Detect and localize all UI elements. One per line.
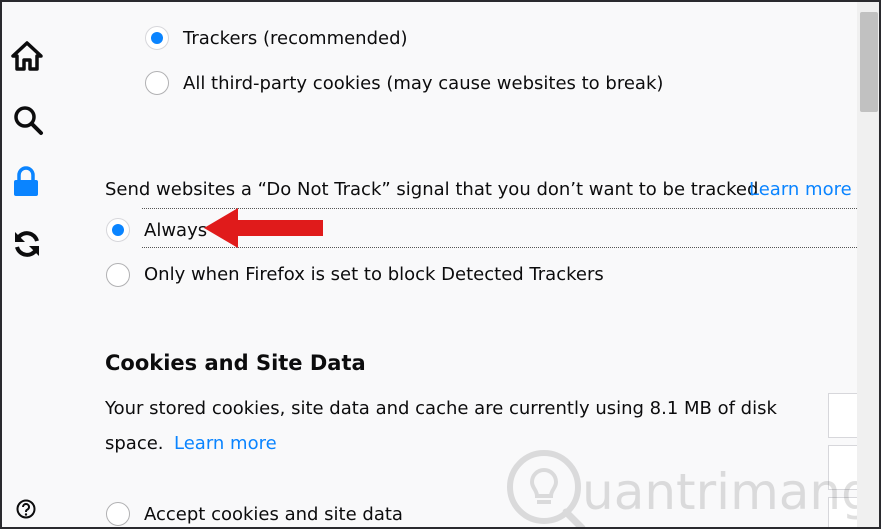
dnt-only-when-label: Only when Firefox is set to block Detect… <box>144 264 604 285</box>
dnt-always-radio[interactable] <box>106 218 130 242</box>
browser-preferences-window: Trackers (recommended) All third-party c… <box>0 0 881 529</box>
third-party-cookies-label: All third-party cookies (may cause websi… <box>183 73 664 94</box>
dnt-only-when-radio[interactable] <box>106 263 130 287</box>
search-icon[interactable] <box>12 104 44 136</box>
accept-cookies-radio[interactable] <box>106 502 130 526</box>
trackers-radio[interactable] <box>145 26 169 50</box>
scrollbar-thumb[interactable] <box>860 12 878 112</box>
cookies-usage-text-2: space. <box>105 433 164 454</box>
dnt-always-label: Always <box>144 220 208 241</box>
preferences-content: Trackers (recommended) All third-party c… <box>2 2 873 527</box>
dnt-description: Send websites a “Do Not Track” signal th… <box>105 179 759 200</box>
help-icon[interactable] <box>16 499 36 519</box>
cookies-section-heading: Cookies and Site Data <box>105 351 366 375</box>
cookies-learn-more-link[interactable]: Learn more <box>174 433 277 455</box>
watermark-text: uantrimang <box>582 463 873 521</box>
lock-icon[interactable] <box>12 166 40 198</box>
trackers-label: Trackers (recommended) <box>183 28 408 49</box>
accept-cookies-label: Accept cookies and site data <box>144 504 403 525</box>
clear-data-button[interactable] <box>828 393 857 438</box>
cookies-usage-text: Your stored cookies, site data and cache… <box>105 398 777 419</box>
vertical-scrollbar[interactable] <box>857 2 879 527</box>
home-icon[interactable] <box>11 40 43 72</box>
third-party-cookies-radio[interactable] <box>145 71 169 95</box>
red-arrow-annotation <box>204 208 323 248</box>
dnt-learn-more-link[interactable]: Learn more <box>749 179 852 201</box>
sync-icon[interactable] <box>11 228 43 260</box>
